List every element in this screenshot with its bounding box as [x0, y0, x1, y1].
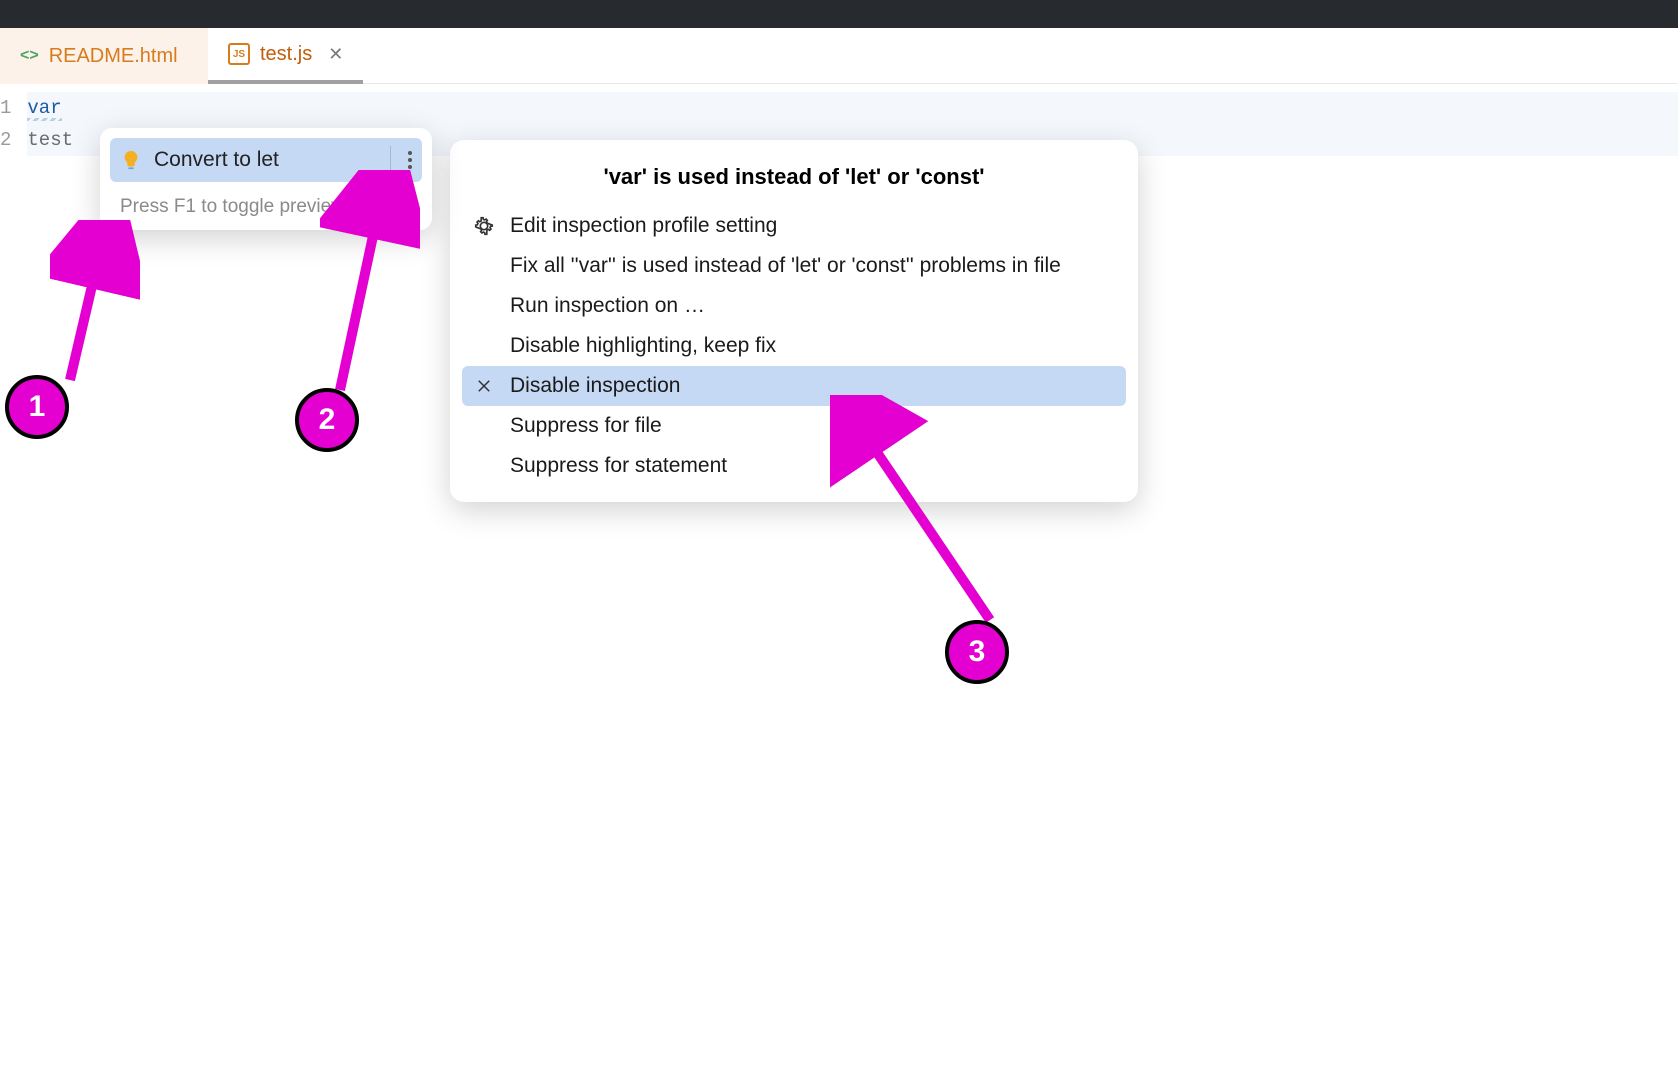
submenu-item-edit-profile[interactable]: Edit inspection profile setting	[462, 206, 1126, 246]
gear-icon	[470, 215, 498, 237]
submenu-item-fix-all[interactable]: Fix all ''var'' is used instead of 'let'…	[462, 246, 1126, 286]
tab-strip: <> README.html JS test.js ✕	[0, 28, 1678, 84]
inspection-submenu: 'var' is used instead of 'let' or 'const…	[450, 140, 1138, 502]
annotation-arrow-3	[830, 395, 1030, 635]
top-bar	[0, 0, 1678, 28]
submenu-item-label: Suppress for statement	[510, 454, 727, 478]
tab-readme-label: README.html	[49, 45, 178, 68]
submenu-item-label: Disable inspection	[510, 374, 680, 398]
line-number-1: 1	[0, 92, 11, 124]
annotation-badge-1: 1	[5, 375, 69, 439]
gutter: 1 2	[0, 84, 27, 188]
submenu-item-label: Fix all ''var'' is used instead of 'let'…	[510, 254, 1061, 278]
submenu-item-label: Disable highlighting, keep fix	[510, 334, 776, 358]
close-x-icon	[470, 377, 498, 395]
annotation-arrow-2	[320, 170, 420, 400]
keyword-var: var	[27, 97, 61, 119]
line-number-2: 2	[0, 124, 11, 156]
close-icon[interactable]: ✕	[328, 44, 343, 65]
submenu-item-disable-highlighting[interactable]: Disable highlighting, keep fix	[462, 326, 1126, 366]
submenu-item-label: Run inspection on …	[510, 294, 705, 318]
identifier-test: test	[27, 129, 73, 151]
inspection-submenu-title: 'var' is used instead of 'let' or 'const…	[462, 156, 1126, 206]
annotation-badge-2: 2	[295, 388, 359, 452]
intention-action-label: Convert to let	[154, 148, 279, 172]
submenu-item-label: Edit inspection profile setting	[510, 214, 777, 238]
annotation-badge-3: 3	[945, 620, 1009, 684]
submenu-item-label: Suppress for file	[510, 414, 662, 438]
tab-readme[interactable]: <> README.html	[0, 28, 208, 84]
annotation-arrow-1	[50, 220, 140, 390]
js-icon: JS	[228, 43, 250, 65]
lightbulb-icon	[120, 149, 142, 171]
html-icon: <>	[20, 47, 39, 65]
tab-test-js[interactable]: JS test.js ✕	[208, 28, 363, 84]
tab-active-label: test.js	[260, 43, 312, 66]
submenu-item-run-inspection[interactable]: Run inspection on …	[462, 286, 1126, 326]
